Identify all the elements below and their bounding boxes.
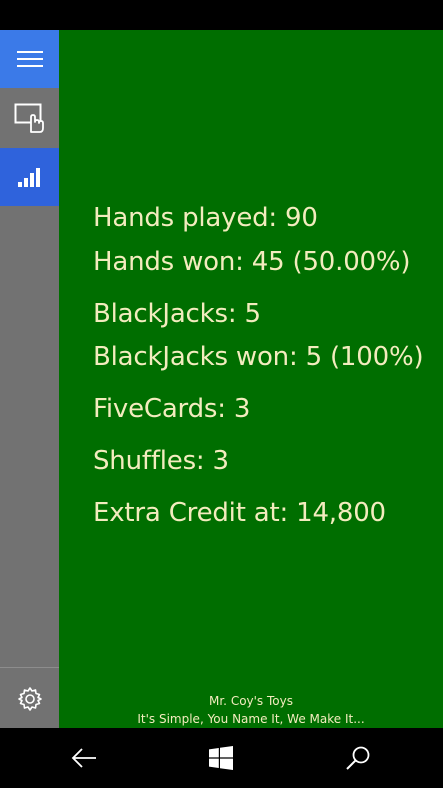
hands-won-stat: Hands won: 45 (50.00%) (93, 247, 411, 277)
footer-slogan: It's Simple, You Name It, We Make It... (137, 712, 365, 726)
extra-credit-stat: Extra Credit at: 14,800 (93, 498, 386, 528)
back-arrow-icon (71, 748, 96, 768)
hamburger-menu-icon (16, 51, 43, 67)
system-navbar (0, 728, 443, 788)
hands-played-stat: Hands played: 90 (93, 203, 318, 233)
shuffles-stat: Shuffles: 3 (93, 446, 229, 476)
stats-bars-icon (17, 168, 40, 187)
settings-button[interactable] (0, 670, 59, 728)
sidebar (0, 30, 59, 728)
stats-panel: Hands played: 90 Hands won: 45 (50.00%) … (59, 30, 443, 728)
windows-logo-icon (209, 746, 233, 770)
search-icon (346, 746, 370, 770)
touch-mode-button[interactable] (0, 89, 59, 147)
back-button[interactable] (54, 728, 114, 788)
status-bar (0, 0, 443, 30)
footer-company: Mr. Coy's Toys (209, 694, 293, 708)
blackjacks-stat: BlackJacks: 5 (93, 299, 261, 329)
fivecards-stat: FiveCards: 3 (93, 394, 251, 424)
search-button[interactable] (328, 728, 388, 788)
gear-icon (17, 687, 42, 711)
hamburger-menu-button[interactable] (0, 30, 59, 88)
start-button[interactable] (191, 728, 251, 788)
stats-button[interactable] (0, 148, 59, 206)
sidebar-divider (0, 667, 59, 668)
touch-screen-icon (14, 103, 44, 133)
blackjacks-won-stat: BlackJacks won: 5 (100%) (93, 342, 424, 372)
